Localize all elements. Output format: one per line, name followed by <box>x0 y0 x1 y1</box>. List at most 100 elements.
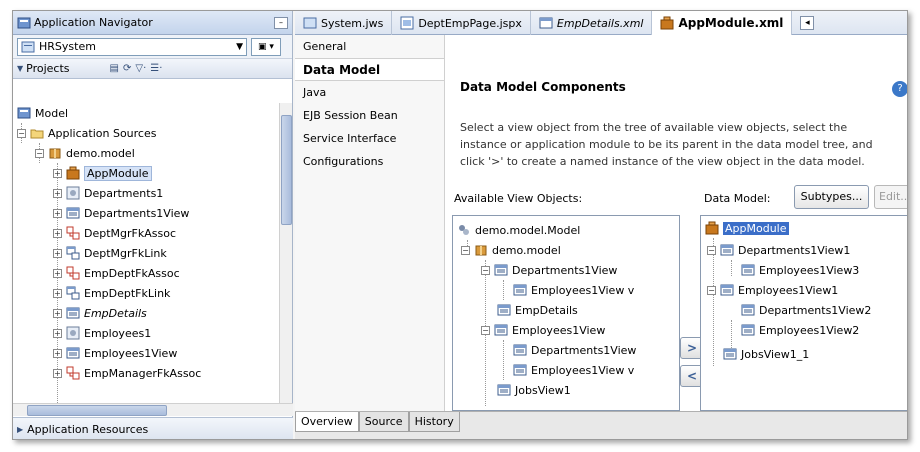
dm-node-departments1view1[interactable]: − Departments1View1 <box>707 240 850 260</box>
expand-node-icon[interactable]: + <box>53 308 62 318</box>
chevron-down-icon[interactable]: ▼ <box>236 42 243 52</box>
tree-node-demo-model[interactable]: − demo.model <box>35 143 135 163</box>
tree-node-empdeptfkassoc[interactable]: + EmpDeptFkAssoc <box>53 263 180 283</box>
tab-history[interactable]: History <box>408 412 460 432</box>
description-line: instance or application module to be its… <box>460 138 873 151</box>
expand-node-icon[interactable]: + <box>53 368 62 378</box>
avail-node-employees1view-child[interactable]: Employees1View v <box>513 280 634 300</box>
tree-node-deptmgrfklink[interactable]: + DeptMgrFkLink <box>53 243 167 263</box>
collapse-node-icon[interactable]: − <box>481 325 490 335</box>
tab-appmodule-xml[interactable]: AppModule.xml <box>652 11 793 35</box>
avail-node-departments1view-child[interactable]: Departments1View <box>513 340 636 360</box>
projects-toolbar: ▤ ⟳ ▽· ☰· <box>110 63 163 74</box>
collapse-icon[interactable]: ▼ <box>17 64 23 73</box>
tree-node-empmanagerfkassoc[interactable]: + EmpManagerFkAssoc <box>53 363 201 383</box>
navigator-title-bar[interactable]: Application Navigator – <box>13 11 292 35</box>
expand-node-icon[interactable]: + <box>53 168 62 178</box>
tab-empdetails-xml[interactable]: EmpDetails.xml <box>531 11 653 35</box>
collapse-node-icon[interactable]: − <box>461 245 470 255</box>
data-model-page: Data Model Components ? Select a view ob… <box>446 35 907 411</box>
avail-node-departments1view[interactable]: − Departments1View <box>481 260 617 280</box>
scrollbar-thumb[interactable] <box>281 115 292 225</box>
dm-node-departments1view2[interactable]: Departments1View2 <box>741 300 871 320</box>
nav-general[interactable]: General <box>295 35 444 58</box>
application-navigator: Application Navigator – HRSystem ▼ ▣ ▾ ▼… <box>13 11 293 439</box>
nav-data-model[interactable]: Data Model <box>295 58 444 81</box>
data-model-tree[interactable]: AppModule − Departments1View1 Employees1… <box>700 215 907 411</box>
nav-ejb-session-bean[interactable]: EJB Session Bean <box>295 104 444 127</box>
avail-node-demo-model[interactable]: − demo.model <box>461 240 561 260</box>
collapse-node-icon[interactable]: − <box>481 265 490 275</box>
application-combo[interactable]: HRSystem ▼ <box>17 37 247 56</box>
dm-node-employees1view1[interactable]: − Employees1View1 <box>707 280 838 300</box>
application-selector-row: HRSystem ▼ ▣ ▾ <box>13 35 292 59</box>
project-properties-icon[interactable]: ▤ <box>110 63 119 74</box>
tab-label: DeptEmpPage.jspx <box>418 16 522 30</box>
sort-icon[interactable]: ☰· <box>150 63 162 74</box>
dm-node-employees1view2[interactable]: Employees1View2 <box>741 320 859 340</box>
help-icon[interactable]: ? <box>892 81 907 97</box>
navigator-horizontal-scrollbar[interactable] <box>13 403 293 416</box>
tab-deptemppage-jspx[interactable]: DeptEmpPage.jspx <box>392 11 531 35</box>
minimize-icon[interactable]: – <box>274 16 288 29</box>
tab-overflow[interactable]: ◂ <box>792 11 822 35</box>
expand-node-icon[interactable]: + <box>53 208 62 218</box>
expand-node-icon[interactable]: + <box>53 268 62 278</box>
avail-node-empdetails[interactable]: EmpDetails <box>497 300 578 320</box>
avail-node-demo-model-model[interactable]: demo.model.Model <box>457 220 580 240</box>
tree-node-appmodule[interactable]: + AppModule <box>53 163 152 183</box>
tree-node-departments1[interactable]: + Departments1 <box>53 183 163 203</box>
expand-icon[interactable]: ▶ <box>17 425 23 434</box>
expand-node-icon[interactable]: + <box>53 288 62 298</box>
collapse-node-icon[interactable]: − <box>35 148 44 158</box>
nav-configurations[interactable]: Configurations <box>295 150 444 173</box>
projects-panel-header[interactable]: ▼ Projects ▤ ⟳ ▽· ☰· <box>13 59 292 79</box>
view-object-icon <box>497 384 511 396</box>
collapse-node-icon[interactable]: − <box>707 285 716 295</box>
nav-service-interface[interactable]: Service Interface <box>295 127 444 150</box>
tree-node-label: Departments1View <box>84 206 190 220</box>
expand-node-icon[interactable]: + <box>53 348 62 358</box>
avail-node-jobsview1[interactable]: JobsView1 <box>497 380 571 400</box>
tree-node-employees1[interactable]: + Employees1 <box>53 323 151 343</box>
dm-node-appmodule[interactable]: AppModule <box>705 218 789 238</box>
dm-node-employees1view3[interactable]: Employees1View3 <box>741 260 859 280</box>
tree-node-label: Departments1View1 <box>738 243 851 257</box>
tree-node-model[interactable]: Model <box>17 103 68 123</box>
tab-source[interactable]: Source <box>358 412 409 432</box>
view-object-icon <box>741 264 755 276</box>
navigator-vertical-scrollbar[interactable] <box>279 103 292 403</box>
tree-node-application-sources[interactable]: − Application Sources <box>17 123 156 143</box>
tab-overview[interactable]: Overview <box>295 412 359 432</box>
avail-node-employees1view-child-2[interactable]: Employees1View v <box>513 360 634 380</box>
view-object-icon <box>741 324 755 336</box>
application-resources-panel[interactable]: ▶ Application Resources <box>13 417 293 439</box>
dm-node-jobsview1-1[interactable]: JobsView1_1 <box>723 344 809 364</box>
application-menu-button[interactable]: ▣ ▾ <box>251 37 281 56</box>
tree-node-label: demo.model <box>492 243 561 257</box>
tree-node-departments1view[interactable]: + Departments1View <box>53 203 189 223</box>
subtypes-button[interactable]: Subtypes... <box>794 185 869 209</box>
view-object-icon <box>494 324 508 336</box>
tree-node-deptmgrfkassoc[interactable]: + DeptMgrFkAssoc <box>53 223 176 243</box>
tree-node-empdetails[interactable]: + EmpDetails <box>53 303 147 323</box>
tree-node-employees1view[interactable]: + Employees1View <box>53 343 177 363</box>
expand-node-icon[interactable]: + <box>53 328 62 338</box>
expand-node-icon[interactable]: + <box>53 228 62 238</box>
tab-system-jws[interactable]: System.jws <box>295 11 393 35</box>
edit-button[interactable]: Edit... <box>874 185 907 209</box>
filter-icon[interactable]: ▽· <box>135 63 146 74</box>
expand-node-icon[interactable]: + <box>53 248 62 258</box>
tree-node-empdeptfklink[interactable]: + EmpDeptFkLink <box>53 283 170 303</box>
tab-list-icon[interactable]: ◂ <box>800 16 815 30</box>
collapse-node-icon[interactable]: − <box>707 245 716 255</box>
collapse-node-icon[interactable]: − <box>17 128 26 138</box>
refresh-icon[interactable]: ⟳ <box>123 63 131 74</box>
scrollbar-thumb[interactable] <box>27 405 167 416</box>
tree-node-label: Departments1View <box>512 263 618 277</box>
available-view-objects-tree[interactable]: demo.model.Model − demo.model − Departme… <box>452 215 680 411</box>
avail-node-employees1view[interactable]: − Employees1View <box>481 320 605 340</box>
expand-node-icon[interactable]: + <box>53 188 62 198</box>
nav-java[interactable]: Java <box>295 81 444 104</box>
navigator-title: Application Navigator <box>34 16 153 29</box>
